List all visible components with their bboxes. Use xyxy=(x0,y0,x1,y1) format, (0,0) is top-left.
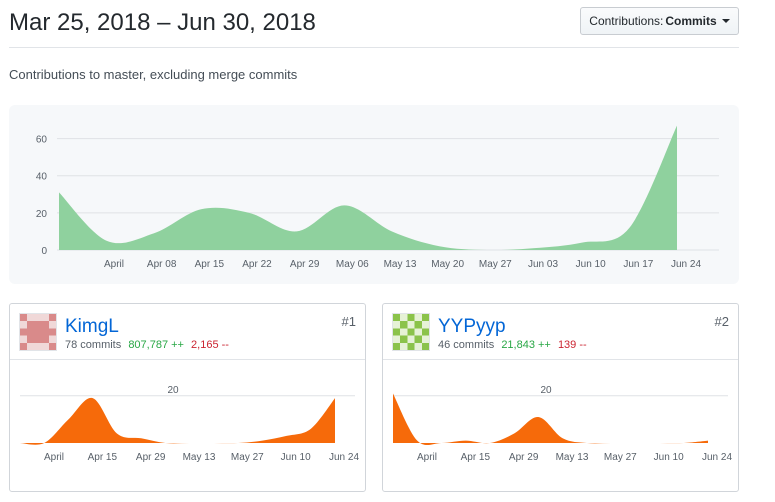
x-tick-label: May 27 xyxy=(231,452,264,463)
commit-count: 78 commits xyxy=(65,339,122,351)
contributions-dropdown-button[interactable]: Contributions: Commits xyxy=(580,7,739,35)
contributor-name-link[interactable]: KimgL xyxy=(65,316,119,338)
contributor-stats: 46 commits 21,843 ++ 139 -- xyxy=(438,339,587,351)
x-tick-label: May 20 xyxy=(431,259,464,270)
y-tick-label: 0 xyxy=(41,246,47,257)
contributor-stats: 78 commits 807,787 ++ 2,165 -- xyxy=(65,339,229,351)
main-contributions-chart: 0 20 40 60 April Apr 08 Apr 15 Apr 22 Apr 29 May … xyxy=(9,105,739,284)
area-series xyxy=(59,125,677,251)
x-tick-label: May 06 xyxy=(336,259,369,270)
additions-count: 21,843 ++ xyxy=(501,339,551,351)
main-chart-svg: 0 20 40 60 April Apr 08 Apr 15 Apr 22 Apr 29 May … xyxy=(36,125,719,270)
area-series xyxy=(393,393,708,446)
pixel-avatar-green-icon xyxy=(393,314,429,350)
y-tick-label: 20 xyxy=(36,209,48,220)
chart-subtitle: Contributions to master, excluding merge… xyxy=(9,67,298,82)
y-tick-label: 20 xyxy=(540,385,552,396)
x-tick-label: April xyxy=(44,452,64,463)
x-tick-label: May 13 xyxy=(183,452,216,463)
x-tick-label: Jun 10 xyxy=(654,452,684,463)
area-series xyxy=(20,397,335,445)
contributor-name-link[interactable]: YYPyyp xyxy=(438,316,506,338)
additions-count: 807,787 ++ xyxy=(128,339,184,351)
x-tick-label: Jun 10 xyxy=(576,259,606,270)
contributor-card-yypyyp: YYPyyp 46 commits 21,843 ++ 139 -- #2 20… xyxy=(382,303,739,492)
x-tick-label: Jun 03 xyxy=(528,259,558,270)
x-tick-label: Apr 15 xyxy=(461,452,491,463)
x-tick-label: Jun 24 xyxy=(329,452,359,463)
x-tick-label: Jun 17 xyxy=(623,259,653,270)
x-tick-label: Apr 15 xyxy=(88,452,118,463)
contributor-rank: #2 xyxy=(714,314,729,329)
x-tick-label: Apr 29 xyxy=(509,452,539,463)
page-header: Mar 25, 2018 – Jun 30, 2018 Contribution… xyxy=(9,0,739,48)
contributions-dropdown-value: Commits xyxy=(665,14,717,28)
avatar[interactable] xyxy=(392,313,430,351)
x-tick-label: Jun 24 xyxy=(671,259,701,270)
commit-count: 46 commits xyxy=(438,339,495,351)
contributor-rank: #1 xyxy=(341,314,356,329)
y-tick-label: 20 xyxy=(167,385,179,396)
x-tick-label: Apr 29 xyxy=(290,259,320,270)
x-tick-label: Jun 10 xyxy=(281,452,311,463)
avatar[interactable] xyxy=(19,313,57,351)
pixel-avatar-red-icon xyxy=(20,314,56,350)
contributor-card-kimgl: KimgL 78 commits 807,787 ++ 2,165 -- #1 … xyxy=(9,303,366,492)
y-tick-label: 40 xyxy=(36,172,48,183)
x-tick-label: April xyxy=(417,452,437,463)
x-tick-label: May 27 xyxy=(604,452,637,463)
y-tick-label: 60 xyxy=(36,135,48,146)
contributor-card-header: KimgL 78 commits 807,787 ++ 2,165 -- #1 xyxy=(10,304,365,360)
x-tick-label: May 13 xyxy=(556,452,589,463)
x-tick-label: Jun 24 xyxy=(702,452,732,463)
contributor-card-header: YYPyyp 46 commits 21,843 ++ 139 -- #2 xyxy=(383,304,738,360)
contributions-dropdown-label: Contributions: xyxy=(589,14,664,28)
x-tick-label: Apr 15 xyxy=(195,259,225,270)
x-tick-label: May 27 xyxy=(479,259,512,270)
deletions-count: 139 -- xyxy=(557,339,587,351)
date-range-title: Mar 25, 2018 – Jun 30, 2018 xyxy=(9,9,316,36)
deletions-count: 2,165 -- xyxy=(191,339,229,351)
contributor-chart-svg: 20 April Apr 15 Apr 29 May 13 May 27 Jun 10 Jun… xyxy=(393,385,732,463)
contributor-chart-svg: 20 April Apr 15 Apr 29 May 13 May 27 Jun 10 Jun… xyxy=(20,385,359,463)
x-tick-label: May 13 xyxy=(384,259,417,270)
x-tick-label: Apr 08 xyxy=(147,259,177,270)
caret-down-icon xyxy=(721,19,730,23)
x-tick-label: Apr 29 xyxy=(136,452,166,463)
x-tick-label: Apr 22 xyxy=(242,259,272,270)
x-tick-label: April xyxy=(104,259,124,270)
